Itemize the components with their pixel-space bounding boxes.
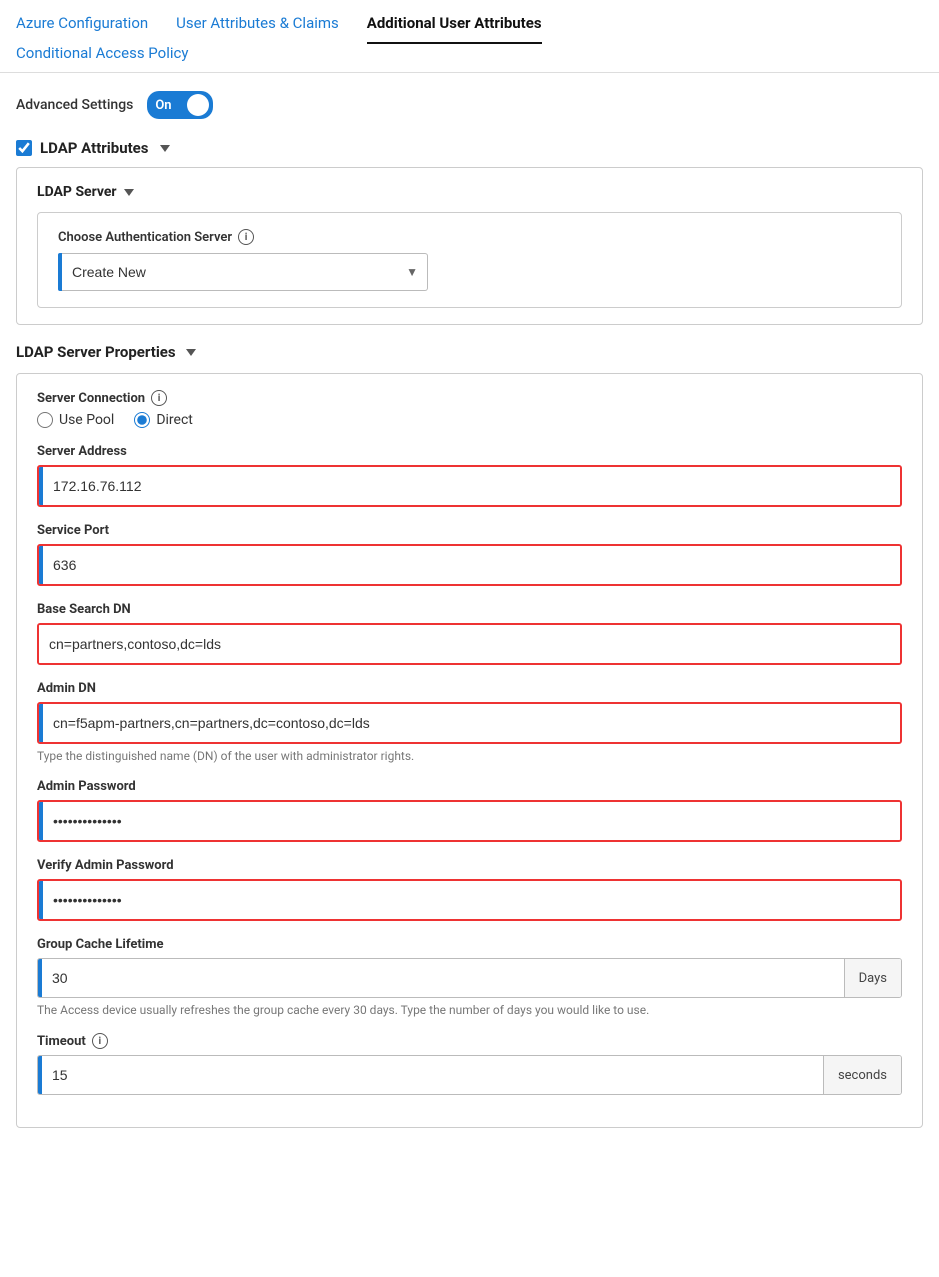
base-search-dn-input[interactable] (39, 625, 900, 663)
admin-password-input[interactable] (43, 802, 900, 840)
ldap-server-chevron[interactable] (124, 189, 134, 196)
verify-admin-password-input[interactable] (43, 881, 900, 919)
verify-admin-password-input-wrapper (37, 879, 902, 921)
admin-dn-hint: Type the distinguished name (DN) of the … (37, 749, 902, 763)
service-port-label: Service Port (37, 523, 902, 538)
choose-auth-info-icon: i (238, 229, 254, 245)
ldap-server-properties-card: Server Connection i Use Pool Direct (16, 373, 923, 1128)
radio-direct-input[interactable] (134, 412, 150, 428)
server-connection-field: Server Connection i Use Pool Direct (37, 390, 902, 428)
tab-additional-user-attributes[interactable]: Additional User Attributes (367, 14, 542, 44)
radio-use-pool[interactable]: Use Pool (37, 412, 114, 428)
tab-azure-config[interactable]: Azure Configuration (16, 14, 148, 44)
ldap-server-title: LDAP Server (37, 184, 902, 200)
timeout-info-icon: i (92, 1033, 108, 1049)
server-address-label: Server Address (37, 444, 902, 459)
group-cache-lifetime-label: Group Cache Lifetime (37, 937, 902, 952)
ldap-attributes-chevron[interactable] (160, 145, 170, 152)
timeout-input[interactable] (42, 1056, 823, 1094)
ldap-server-properties-chevron[interactable] (186, 349, 196, 356)
admin-dn-field: Admin DN Type the distinguished name (DN… (37, 681, 902, 763)
server-address-input[interactable] (43, 467, 900, 505)
main-content: Advanced Settings On LDAP Attributes LDA… (0, 73, 939, 1186)
timeout-unit: seconds (823, 1056, 901, 1094)
tab-user-attributes-claims[interactable]: User Attributes & Claims (176, 14, 339, 44)
timeout-label: Timeout i (37, 1033, 902, 1049)
toggle-text: On (155, 98, 171, 113)
group-cache-lifetime-input[interactable] (42, 959, 844, 997)
base-search-dn-field: Base Search DN (37, 602, 902, 665)
timeout-input-wrapper: seconds (37, 1055, 902, 1095)
group-cache-hint: The Access device usually refreshes the … (37, 1003, 902, 1017)
group-cache-unit: Days (844, 959, 901, 997)
verify-admin-password-label: Verify Admin Password (37, 858, 902, 873)
service-port-input[interactable] (43, 546, 900, 584)
timeout-field: Timeout i seconds (37, 1033, 902, 1095)
verify-admin-password-field: Verify Admin Password (37, 858, 902, 921)
advanced-settings-row: Advanced Settings On (16, 91, 923, 119)
advanced-settings-toggle[interactable]: On (147, 91, 213, 119)
ldap-attributes-title: LDAP Attributes (40, 139, 148, 157)
auth-server-select[interactable]: Create New (62, 253, 428, 291)
top-nav: Azure Configuration User Attributes & Cl… (0, 0, 939, 73)
ldap-server-properties-section: LDAP Server Properties Server Connection… (16, 343, 923, 1128)
choose-auth-label: Choose Authentication Server i (58, 229, 881, 245)
server-connection-radio-row: Use Pool Direct (37, 412, 902, 428)
admin-password-field: Admin Password (37, 779, 902, 842)
server-connection-label: Server Connection i (37, 390, 902, 406)
server-connection-info-icon: i (151, 390, 167, 406)
ldap-attributes-header: LDAP Attributes (16, 139, 923, 157)
ldap-attributes-checkbox[interactable] (16, 140, 32, 156)
admin-dn-input-wrapper (37, 702, 902, 744)
service-port-field: Service Port (37, 523, 902, 586)
server-address-field: Server Address (37, 444, 902, 507)
admin-dn-label: Admin DN (37, 681, 902, 696)
advanced-settings-label: Advanced Settings (16, 97, 133, 113)
group-cache-lifetime-input-wrapper: Days (37, 958, 902, 998)
ldap-attributes-section: LDAP Attributes LDAP Server Choose Authe… (16, 139, 923, 1128)
ldap-server-properties-title: LDAP Server Properties (16, 343, 923, 361)
admin-password-label: Admin Password (37, 779, 902, 794)
base-search-dn-input-wrapper (37, 623, 902, 665)
admin-dn-input[interactable] (43, 704, 900, 742)
server-address-input-wrapper (37, 465, 902, 507)
radio-use-pool-input[interactable] (37, 412, 53, 428)
auth-server-select-wrapper: Create New ▼ (58, 253, 428, 291)
admin-password-input-wrapper (37, 800, 902, 842)
radio-direct[interactable]: Direct (134, 412, 193, 428)
base-search-dn-label: Base Search DN (37, 602, 902, 617)
tab-conditional-access-policy[interactable]: Conditional Access Policy (16, 44, 188, 72)
ldap-server-card: LDAP Server Choose Authentication Server… (16, 167, 923, 325)
service-port-input-wrapper (37, 544, 902, 586)
group-cache-lifetime-field: Group Cache Lifetime Days The Access dev… (37, 937, 902, 1017)
toggle-knob (187, 94, 209, 116)
auth-server-card: Choose Authentication Server i Create Ne… (37, 212, 902, 308)
